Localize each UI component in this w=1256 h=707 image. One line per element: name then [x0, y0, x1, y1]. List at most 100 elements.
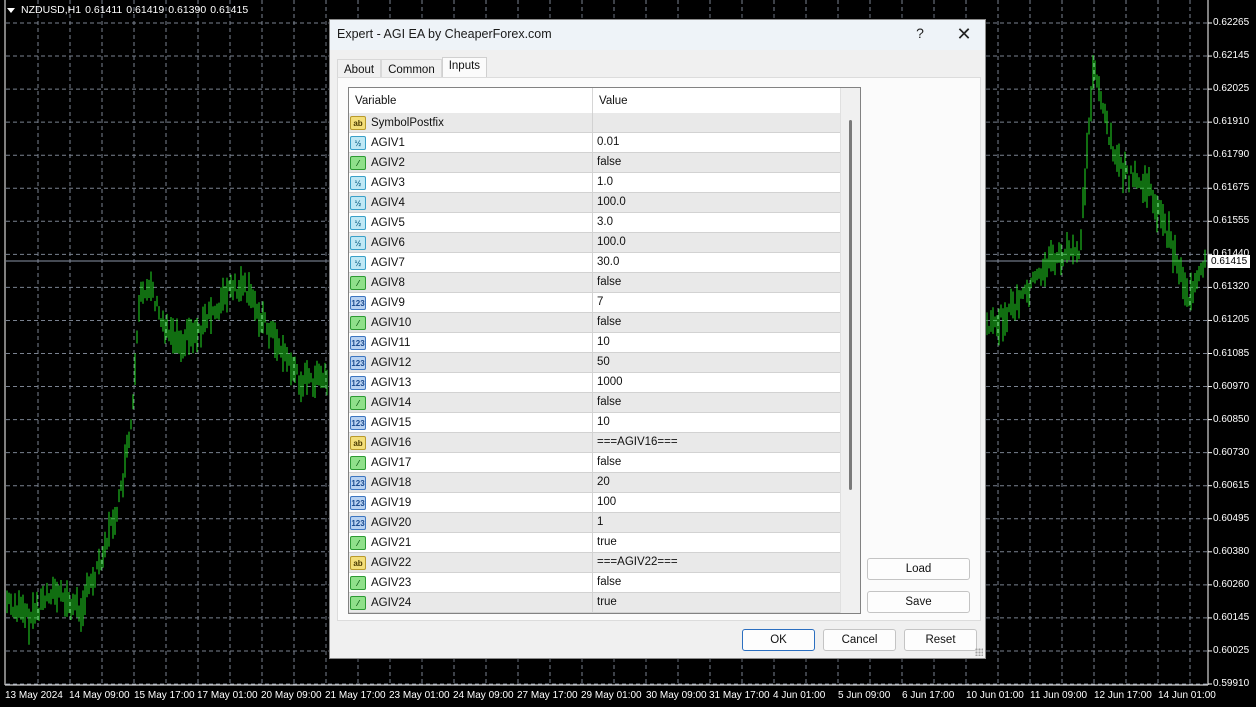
value-cell[interactable]: 1	[593, 513, 840, 532]
dialog-titlebar[interactable]: Expert - AGI EA by CheaperForex.com ? ✕	[330, 20, 985, 50]
dropdown-triangle-icon[interactable]	[7, 7, 15, 13]
value-cell[interactable]: false	[593, 273, 840, 292]
table-row[interactable]: ½ AGIV7 30.0	[349, 253, 860, 273]
table-row[interactable]: ⁄ AGIV23 false	[349, 573, 860, 593]
value-cell[interactable]: ===AGIV16===	[593, 433, 840, 452]
column-header-variable[interactable]: Variable	[349, 88, 593, 113]
cancel-button[interactable]: Cancel	[823, 629, 896, 651]
price-tick-label: 0.60025	[1213, 644, 1250, 656]
variable-cell[interactable]: ½ AGIV6	[349, 233, 593, 252]
scrollbar-thumb[interactable]	[849, 120, 852, 490]
variable-cell[interactable]: 123 AGIV18	[349, 473, 593, 492]
table-row[interactable]: 123 AGIV11 10	[349, 333, 860, 353]
variable-cell[interactable]: ½ AGIV7	[349, 253, 593, 272]
table-row[interactable]: ⁄ AGIV17 false	[349, 453, 860, 473]
vertical-scrollbar[interactable]	[840, 88, 860, 613]
value-cell[interactable]: 0.01	[593, 133, 840, 152]
table-row[interactable]: ⁄ AGIV8 false	[349, 273, 860, 293]
variable-cell[interactable]: ½ AGIV3	[349, 173, 593, 192]
table-row[interactable]: ½ AGIV4 100.0	[349, 193, 860, 213]
price-tick-label: 0.61320	[1213, 281, 1250, 293]
reset-button[interactable]: Reset	[904, 629, 977, 651]
variable-cell[interactable]: ab SymbolPostfix	[349, 113, 593, 132]
load-button[interactable]: Load	[867, 558, 970, 580]
variable-cell[interactable]: 123 AGIV13	[349, 373, 593, 392]
value-cell[interactable]: 3.0	[593, 213, 840, 232]
value-cell[interactable]: 20	[593, 473, 840, 492]
table-row[interactable]: ⁄ AGIV24 true	[349, 593, 860, 613]
variable-name: AGIV24	[371, 596, 412, 609]
resize-grip-icon[interactable]	[975, 648, 983, 656]
variable-cell[interactable]: ⁄ AGIV24	[349, 593, 593, 612]
table-row[interactable]: 123 AGIV13 1000	[349, 373, 860, 393]
table-row[interactable]: ½ AGIV5 3.0	[349, 213, 860, 233]
chart-header: NZDUSD,H1 0.61411 0.61419 0.61390 0.6141…	[7, 4, 248, 16]
tab-about[interactable]: About	[337, 59, 382, 79]
table-row[interactable]: 123 AGIV9 7	[349, 293, 860, 313]
value-cell[interactable]: 1.0	[593, 173, 840, 192]
value-cell[interactable]: false	[593, 393, 840, 412]
value-cell[interactable]: 30.0	[593, 253, 840, 272]
value-cell[interactable]: false	[593, 313, 840, 332]
table-row[interactable]: ½ AGIV3 1.0	[349, 173, 860, 193]
variable-cell[interactable]: 123 AGIV9	[349, 293, 593, 312]
variable-cell[interactable]: ab AGIV22	[349, 553, 593, 572]
variable-cell[interactable]: 123 AGIV12	[349, 353, 593, 372]
table-row[interactable]: ½ AGIV6 100.0	[349, 233, 860, 253]
variable-cell[interactable]: 123 AGIV19	[349, 493, 593, 512]
table-row[interactable]: 123 AGIV18 20	[349, 473, 860, 493]
variable-cell[interactable]: ⁄ AGIV23	[349, 573, 593, 592]
table-row[interactable]: ab AGIV16 ===AGIV16===	[349, 433, 860, 453]
value-cell[interactable]: ===AGIV22===	[593, 553, 840, 572]
help-button[interactable]: ?	[912, 25, 928, 41]
save-button[interactable]: Save	[867, 591, 970, 613]
variable-cell[interactable]: ⁄ AGIV21	[349, 533, 593, 552]
table-row[interactable]: ⁄ AGIV2 false	[349, 153, 860, 173]
variable-cell[interactable]: ⁄ AGIV2	[349, 153, 593, 172]
value-cell[interactable]: 50	[593, 353, 840, 372]
table-row[interactable]: ⁄ AGIV21 true	[349, 533, 860, 553]
variable-cell[interactable]: 123 AGIV15	[349, 413, 593, 432]
variable-cell[interactable]: ½ AGIV1	[349, 133, 593, 152]
value-cell[interactable]: 10	[593, 413, 840, 432]
value-cell[interactable]: 100.0	[593, 193, 840, 212]
table-row[interactable]: ab AGIV22 ===AGIV22===	[349, 553, 860, 573]
table-row[interactable]: 123 AGIV12 50	[349, 353, 860, 373]
tab-inputs[interactable]: Inputs	[441, 57, 488, 78]
price-tick-label: 0.61555	[1213, 215, 1250, 227]
double-type-icon: ½	[350, 255, 366, 270]
column-header-value[interactable]: Value	[593, 88, 840, 113]
inputs-panel: Variable Value ab SymbolPostfix ½ AGIV1 0.01…	[337, 77, 981, 621]
value-cell[interactable]	[593, 113, 840, 132]
table-row[interactable]: ½ AGIV1 0.01	[349, 133, 860, 153]
value-cell[interactable]: false	[593, 573, 840, 592]
value-cell[interactable]: 7	[593, 293, 840, 312]
table-row[interactable]: 123 AGIV20 1	[349, 513, 860, 533]
tab-common[interactable]: Common	[381, 59, 442, 79]
variable-cell[interactable]: ⁄ AGIV8	[349, 273, 593, 292]
value-cell[interactable]: 100	[593, 493, 840, 512]
close-button[interactable]: ✕	[952, 23, 976, 45]
variable-cell[interactable]: ½ AGIV4	[349, 193, 593, 212]
value-cell[interactable]: true	[593, 533, 840, 552]
variable-cell[interactable]: ⁄ AGIV14	[349, 393, 593, 412]
value-cell[interactable]: 100.0	[593, 233, 840, 252]
value-cell[interactable]: 1000	[593, 373, 840, 392]
ok-button[interactable]: OK	[742, 629, 815, 651]
value-cell[interactable]: true	[593, 593, 840, 612]
table-row[interactable]: 123 AGIV19 100	[349, 493, 860, 513]
table-row[interactable]: ⁄ AGIV10 false	[349, 313, 860, 333]
table-row[interactable]: 123 AGIV15 10	[349, 413, 860, 433]
value-cell[interactable]: 10	[593, 333, 840, 352]
variable-cell[interactable]: 123 AGIV11	[349, 333, 593, 352]
table-row[interactable]: ab SymbolPostfix	[349, 113, 860, 133]
value-cell[interactable]: false	[593, 153, 840, 172]
variable-cell[interactable]: ⁄ AGIV17	[349, 453, 593, 472]
variable-cell[interactable]: ⁄ AGIV10	[349, 313, 593, 332]
table-row[interactable]: ⁄ AGIV14 false	[349, 393, 860, 413]
bool-type-icon: ⁄	[350, 535, 366, 550]
value-cell[interactable]: false	[593, 453, 840, 472]
variable-cell[interactable]: ab AGIV16	[349, 433, 593, 452]
variable-cell[interactable]: 123 AGIV20	[349, 513, 593, 532]
variable-cell[interactable]: ½ AGIV5	[349, 213, 593, 232]
